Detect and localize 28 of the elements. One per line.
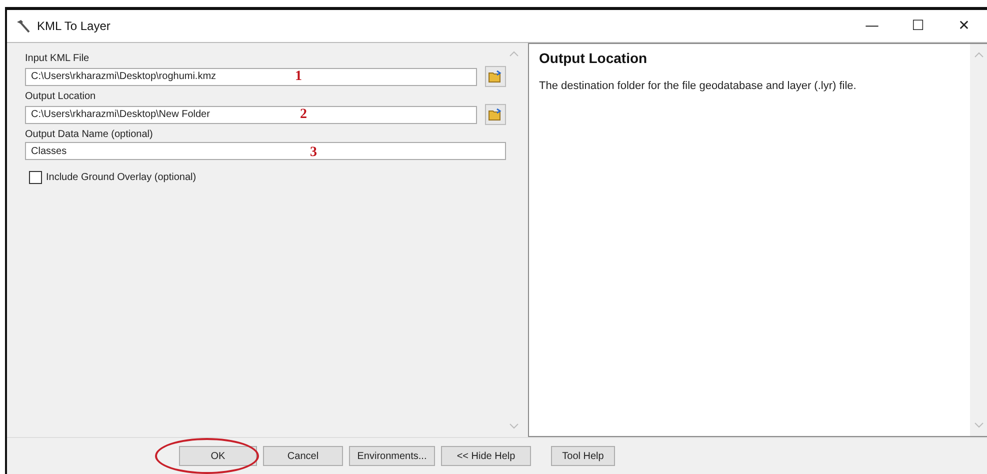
field-label: Output Location	[25, 91, 97, 102]
dialog-button[interactable]: Cancel	[263, 446, 343, 466]
help-text: The destination folder for the file geodatabase and layer (.lyr) file.	[539, 80, 858, 92]
browse-button[interactable]	[485, 104, 506, 125]
annotation-number: 1	[295, 69, 302, 85]
scroll-up-icon[interactable]	[974, 52, 984, 58]
folder-icon	[488, 70, 503, 83]
folder-icon	[488, 108, 503, 121]
checkbox[interactable]	[29, 171, 42, 184]
browse-button[interactable]	[485, 66, 506, 87]
dialog-button[interactable]: << Hide Help	[441, 446, 531, 466]
checkbox-label: Include Ground Overlay (optional)	[46, 172, 196, 183]
scroll-up-icon[interactable]	[509, 51, 519, 57]
field-label: Output Data Name (optional)	[25, 129, 154, 140]
hammer-icon	[15, 19, 31, 33]
minimize-button[interactable]: —	[849, 10, 895, 42]
scroll-down-icon[interactable]	[509, 423, 519, 429]
annotation-number: 3	[310, 145, 317, 161]
dialog-button[interactable]: OK	[179, 446, 257, 466]
window-title: KML To Layer	[37, 19, 112, 33]
scroll-down-icon[interactable]	[974, 422, 984, 428]
close-button[interactable]: ✕	[941, 10, 987, 42]
maximize-button[interactable]: ☐	[895, 10, 941, 42]
dialog-button[interactable]: Tool Help	[551, 446, 615, 466]
annotation-number: 2	[300, 107, 307, 123]
help-title: Output Location	[539, 50, 648, 66]
dialog-button[interactable]: Environments...	[349, 446, 435, 466]
field-label: Input KML File	[25, 53, 90, 64]
